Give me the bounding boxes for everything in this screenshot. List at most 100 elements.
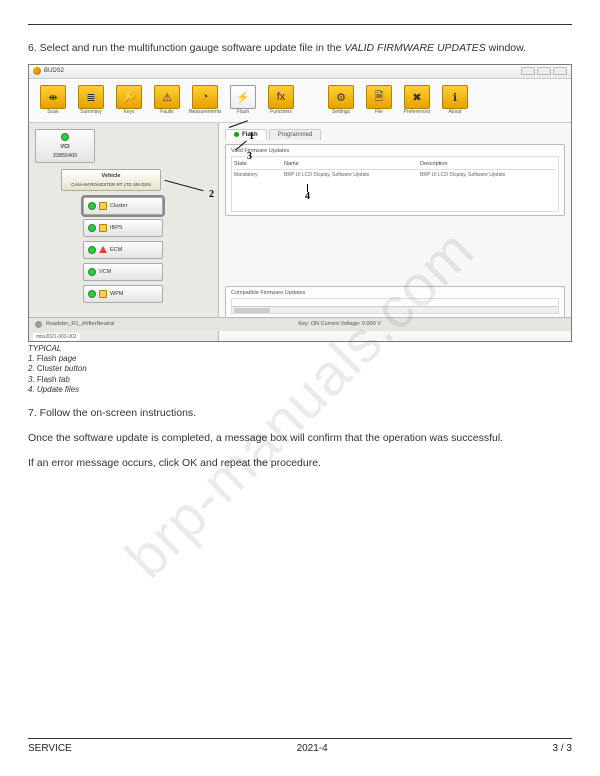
right-panel: Flash Programmed Valid Firmware Updates …: [219, 123, 571, 341]
close-button[interactable]: [553, 67, 567, 75]
tabs: Flash Programmed: [225, 129, 565, 140]
cell-name: BRP UI LCD Display, Software Update: [284, 172, 420, 178]
valid-updates-label: Valid Firmware Updates: [231, 148, 559, 154]
module-wpm[interactable]: WPM: [83, 285, 163, 303]
about-icon: ℹ: [442, 85, 468, 109]
page-footer: SERVICE 2021-4 3 / 3: [28, 738, 572, 754]
image-ref: mbs2021-003-002: [33, 333, 80, 341]
toolbar-measurements-label: Measurements: [188, 110, 221, 115]
toolbar-flash[interactable]: ⚡ Flash: [225, 81, 261, 119]
functions-icon: fx: [268, 85, 294, 109]
cell-desc: BRP UI LCD Display, Software Update: [420, 172, 556, 178]
toolbar-preferences[interactable]: ✖ Preferences: [399, 81, 435, 119]
toolbar-functions[interactable]: fx Functions: [263, 81, 299, 119]
status-dot-icon: [88, 224, 96, 232]
toolbar-keys-label: Keys: [123, 110, 134, 115]
toolbar-keys[interactable]: 🔑 Keys: [111, 81, 147, 119]
status-bar: Roadster_R1_shifterNeutral Key: ON Curre…: [29, 317, 571, 331]
status-left: Roadster_R1_shifterNeutral: [46, 321, 114, 327]
scrollbar[interactable]: [232, 306, 558, 313]
module-vcm[interactable]: VCM: [83, 263, 163, 281]
firmware-flag-icon: [99, 202, 107, 210]
app-title: BUDS2: [44, 68, 64, 74]
toolbar-measurements[interactable]: ◔ Measurements: [187, 81, 223, 119]
toolbar-settings[interactable]: ⚙ Settings: [323, 81, 359, 119]
toolbar-summary-label: Summary: [80, 110, 101, 115]
summary-icon: ≣: [78, 85, 104, 109]
annotation-1: 1: [249, 131, 254, 142]
typical-4: 4. Update files: [28, 385, 572, 395]
file-icon: 🗎: [366, 85, 392, 109]
typical-3: 3. Flash tab: [28, 375, 572, 385]
toolbar-about[interactable]: ℹ About: [437, 81, 473, 119]
toolbar-about-label: About: [448, 110, 461, 115]
footer-left: SERVICE: [28, 743, 72, 754]
footer-mid: 2021-4: [297, 743, 328, 754]
toolbar-preferences-label: Preferences: [404, 110, 431, 115]
status-indicator-icon: [35, 321, 42, 328]
faults-icon: ⚠: [154, 85, 180, 109]
vehicle-node[interactable]: Vehicle CAN-AM ROADSTER RT LTD SM GEN: [61, 169, 161, 191]
measurements-icon: ◔: [192, 85, 218, 109]
scan-icon: ⇼: [40, 85, 66, 109]
module-ibps[interactable]: IBPS: [83, 219, 163, 237]
toolbar-faults[interactable]: ⚠ Faults: [149, 81, 185, 119]
module-label: IBPS: [110, 225, 123, 231]
settings-icon: ⚙: [328, 85, 354, 109]
vci-title: VCI: [60, 144, 69, 150]
status-dot-icon: [88, 246, 96, 254]
vci-sub: 33855400: [53, 153, 77, 159]
arrow-4: [307, 184, 308, 192]
firmware-flag-icon: [99, 290, 107, 298]
toolbar-scan-label: Scan: [47, 110, 58, 115]
status-dot-icon: [88, 290, 96, 298]
annotation-2: 2: [209, 189, 214, 200]
col-desc: Description: [420, 161, 556, 167]
module-label: Cluster: [110, 203, 127, 209]
tab-programmed[interactable]: Programmed: [269, 129, 322, 140]
paragraph-error: If an error message occurs, click OK and…: [28, 456, 572, 471]
module-label: WPM: [110, 291, 123, 297]
step6-suffix: window.: [486, 42, 526, 54]
table-row[interactable]: Mandatory BRP UI LCD Display, Software U…: [234, 170, 556, 180]
paragraph-success: Once the software update is completed, a…: [28, 431, 572, 446]
toolbar: ⇼ Scan ≣ Summary 🔑 Keys ⚠ Faults ◔ Measu…: [29, 79, 571, 123]
toolbar-summary[interactable]: ≣ Summary: [73, 81, 109, 119]
module-ecm[interactable]: ECM: [83, 241, 163, 259]
toolbar-functions-label: Functions: [270, 110, 292, 115]
annotation-3: 3: [247, 151, 252, 162]
step-6: 6. Select and run the multifunction gaug…: [28, 41, 572, 56]
window-buttons: [521, 67, 567, 75]
status-dot-icon: [88, 202, 96, 210]
screenshot: BUDS2 ⇼ Scan ≣ Summary 🔑 Keys: [28, 64, 572, 342]
status-dot-icon: [61, 133, 69, 141]
maximize-button[interactable]: [537, 67, 551, 75]
step6-prefix: 6. Select and run the multifunction gaug…: [28, 42, 344, 54]
annotation-4: 4: [305, 191, 310, 202]
module-label: VCM: [99, 269, 111, 275]
top-rule: [28, 24, 572, 25]
window-titlebar: BUDS2: [29, 65, 571, 79]
col-name: Name: [284, 161, 420, 167]
fault-icon: [99, 246, 107, 253]
toolbar-file[interactable]: 🗎 File: [361, 81, 397, 119]
cell-state: Mandatory: [234, 172, 284, 178]
module-label: ECM: [110, 247, 122, 253]
tab-flash[interactable]: Flash: [225, 129, 267, 140]
step-7: 7. Follow the on-screen instructions.: [28, 406, 572, 421]
typical-2: 2. Cluster button: [28, 364, 572, 374]
work-area: VCI 33855400 Vehicle CAN-AM ROADSTER RT …: [29, 123, 571, 341]
table-header: State Name Description: [234, 159, 556, 170]
toolbar-file-label: File: [375, 110, 383, 115]
step6-italic: VALID FIRMWARE UPDATES: [344, 42, 485, 54]
minimize-button[interactable]: [521, 67, 535, 75]
keys-icon: 🔑: [116, 85, 142, 109]
status-mid: Key: ON Current Voltage: 0.000 V: [298, 321, 381, 327]
footer-right: 3 / 3: [553, 743, 572, 754]
toolbar-scan[interactable]: ⇼ Scan: [35, 81, 71, 119]
vci-node[interactable]: VCI 33855400: [35, 129, 95, 163]
typical-block: TYPICAL 1. Flash page 2. Cluster button …: [28, 344, 572, 396]
flash-icon: ⚡: [230, 85, 256, 109]
valid-updates-panel: Valid Firmware Updates State Name Descri…: [225, 144, 565, 216]
module-cluster[interactable]: Cluster: [83, 197, 163, 215]
